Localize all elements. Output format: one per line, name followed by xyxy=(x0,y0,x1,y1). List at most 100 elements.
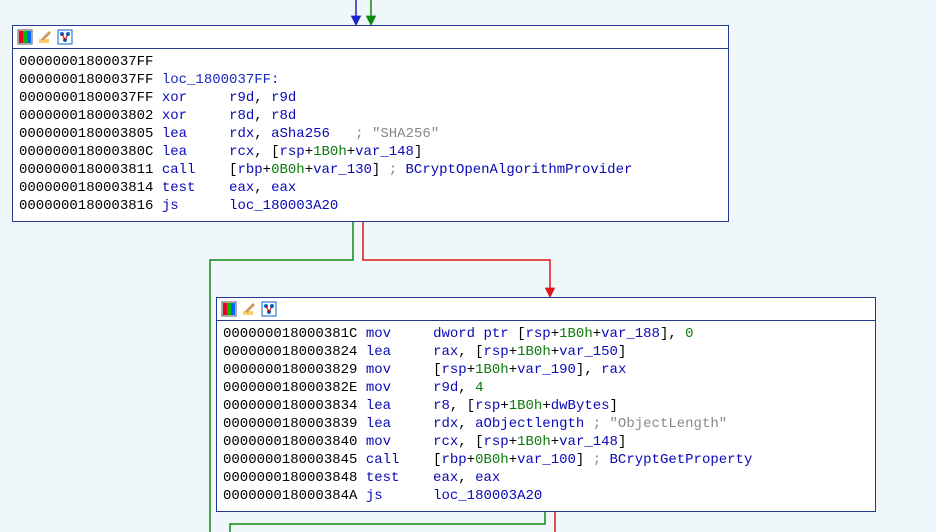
mnemonic: lea xyxy=(366,416,391,432)
text: + xyxy=(305,162,313,178)
text: + xyxy=(593,326,601,342)
address: 0000000180003814 xyxy=(19,180,153,196)
mnemonic: mov xyxy=(366,362,391,378)
graph-icon[interactable] xyxy=(261,301,277,317)
graph-icon[interactable] xyxy=(57,29,73,45)
operand: rcx xyxy=(433,434,458,450)
address: 000000018000382E xyxy=(223,380,357,396)
colors-icon[interactable] xyxy=(221,301,237,317)
operand: r9d xyxy=(229,90,254,106)
mnemonic: lea xyxy=(366,398,391,414)
text: + xyxy=(467,452,475,468)
mnemonic: test xyxy=(366,470,400,486)
operand: eax xyxy=(229,180,254,196)
operand: rsp xyxy=(441,362,466,378)
mnemonic: lea xyxy=(162,144,187,160)
number: 1B0h xyxy=(509,398,543,414)
mnemonic: xor xyxy=(162,108,187,124)
colors-icon[interactable] xyxy=(17,29,33,45)
text: + xyxy=(500,398,508,414)
operand: rsp xyxy=(484,344,509,360)
graph-node-1[interactable]: 00000001800037FF 00000001800037FF loc_180… xyxy=(12,25,729,222)
comment: ; xyxy=(593,452,610,468)
operand: rsp xyxy=(484,434,509,450)
label: loc_1800037FF: xyxy=(162,72,280,88)
operand: r8d xyxy=(229,108,254,124)
mnemonic: call xyxy=(162,162,196,178)
address: 0000000180003829 xyxy=(223,362,357,378)
address: 00000001800037FF xyxy=(19,90,153,106)
text: ], xyxy=(576,362,601,378)
operand: aSha256 xyxy=(271,126,330,142)
text: ] xyxy=(414,144,422,160)
operand: var_150 xyxy=(559,344,618,360)
number: 1B0h xyxy=(517,434,551,450)
text: , [ xyxy=(458,344,483,360)
number: 0B0h xyxy=(475,452,509,468)
text: , [ xyxy=(450,398,475,414)
mnemonic: call xyxy=(366,452,400,468)
text: + xyxy=(263,162,271,178)
operand: dwBytes xyxy=(551,398,610,414)
mnemonic: js xyxy=(162,198,179,214)
operand: dword ptr xyxy=(433,326,509,342)
edit-icon[interactable] xyxy=(241,301,257,317)
address: 000000018000380C xyxy=(19,144,153,160)
operand: rsp xyxy=(526,326,551,342)
operand: BCryptOpenAlgorithmProvider xyxy=(406,162,633,178)
number: 1B0h xyxy=(475,362,509,378)
text: ] xyxy=(610,398,618,414)
text: , [ xyxy=(254,144,279,160)
operand: rcx xyxy=(229,144,254,160)
operand: rax xyxy=(433,344,458,360)
text: + xyxy=(347,144,355,160)
number: 4 xyxy=(475,380,483,396)
string: "SHA256" xyxy=(372,126,439,142)
operand: eax xyxy=(271,180,296,196)
text: , xyxy=(458,470,475,486)
mnemonic: lea xyxy=(366,344,391,360)
text: + xyxy=(542,398,550,414)
text xyxy=(584,416,592,432)
operand: var_190 xyxy=(517,362,576,378)
text: [ xyxy=(509,326,526,342)
operand: rbp xyxy=(441,452,466,468)
text: ], xyxy=(660,326,685,342)
address: 000000018000381C xyxy=(223,326,357,342)
text: , xyxy=(254,126,271,142)
text: , xyxy=(254,180,271,196)
address: 0000000180003816 xyxy=(19,198,153,214)
node-titlebar xyxy=(217,298,875,321)
mnemonic: test xyxy=(162,180,196,196)
graph-node-2[interactable]: 000000018000381C mov dword ptr [rsp+1B0h… xyxy=(216,297,876,512)
comment: ; xyxy=(593,416,610,432)
address: 00000001800037FF xyxy=(19,54,153,70)
text: , xyxy=(254,108,271,124)
number: 1B0h xyxy=(517,344,551,360)
number: 0 xyxy=(685,326,693,342)
operand: loc_180003A20 xyxy=(229,198,338,214)
address: 0000000180003840 xyxy=(223,434,357,450)
operand: eax xyxy=(475,470,500,486)
text: , xyxy=(254,90,271,106)
text: , xyxy=(458,416,475,432)
address: 000000018000384A xyxy=(223,488,357,504)
address: 0000000180003845 xyxy=(223,452,357,468)
disassembly-block-1[interactable]: 00000001800037FF 00000001800037FF loc_180… xyxy=(13,49,728,221)
text: ] xyxy=(618,434,626,450)
text: , xyxy=(458,380,475,396)
operand: rbp xyxy=(237,162,262,178)
operand: BCryptGetProperty xyxy=(610,452,753,468)
operand: rsp xyxy=(475,398,500,414)
mnemonic: lea xyxy=(162,126,187,142)
address: 00000001800037FF xyxy=(19,72,153,88)
comment: ; xyxy=(389,162,406,178)
operand: var_188 xyxy=(601,326,660,342)
disassembly-block-2[interactable]: 000000018000381C mov dword ptr [rsp+1B0h… xyxy=(217,321,875,511)
text: + xyxy=(509,434,517,450)
number: 0B0h xyxy=(271,162,305,178)
mnemonic: mov xyxy=(366,434,391,450)
edit-icon[interactable] xyxy=(37,29,53,45)
text: + xyxy=(551,434,559,450)
operand: aObjectlength xyxy=(475,416,584,432)
